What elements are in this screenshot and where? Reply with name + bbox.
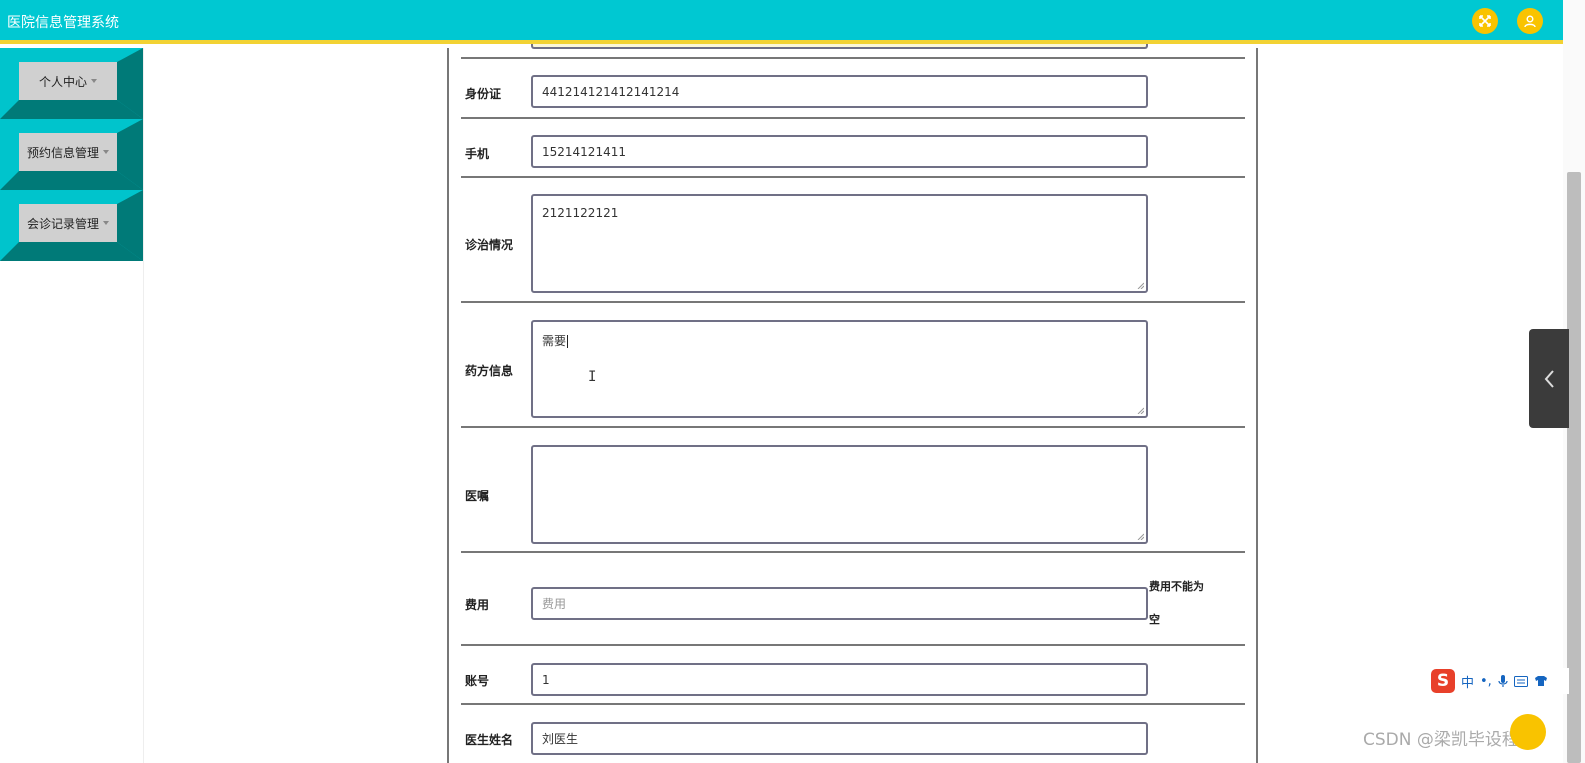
phone-input[interactable]: 15214121411: [531, 135, 1148, 168]
doctor-name-input[interactable]: 刘医生: [531, 722, 1148, 755]
diagnosis-label: 诊治情况: [465, 238, 514, 252]
doctor-name-label: 医生姓名: [465, 733, 514, 747]
mouse-ibeam-cursor-icon: I: [588, 369, 597, 385]
microphone-icon[interactable]: [1498, 674, 1508, 688]
user-button[interactable]: [1517, 8, 1543, 34]
row-divider: [461, 426, 1245, 428]
row-divider: [461, 57, 1245, 59]
prescription-label: 药方信息: [465, 364, 514, 378]
sidebar-item-consultation: 会诊记录管理: [0, 190, 143, 261]
sogou-logo-icon[interactable]: S: [1431, 669, 1455, 693]
id-card-input[interactable]: 441214121412141214: [531, 75, 1148, 108]
side-collapse-tab[interactable]: [1529, 329, 1569, 428]
doctor-advice-textarea[interactable]: [531, 445, 1148, 544]
sidebar-divider: [143, 48, 144, 763]
sidebar-item-label: 个人中心: [38, 74, 87, 89]
fee-error-message-cont: 空: [1149, 613, 1160, 626]
user-icon: [1524, 15, 1536, 28]
floating-action-button[interactable]: [1510, 714, 1546, 750]
app-title: 医院信息管理系统: [7, 15, 119, 31]
caret-down-icon: [91, 79, 97, 83]
fee-placeholder: 费用: [542, 597, 567, 611]
resize-handle-icon[interactable]: [1136, 406, 1144, 414]
sidebar-item-personal-center: 个人中心: [0, 48, 143, 119]
row-divider: [461, 176, 1245, 178]
sidebar-button-personal-center[interactable]: 个人中心: [19, 62, 117, 100]
expand-arrows-icon: [1479, 15, 1491, 27]
partial-field-above[interactable]: [531, 44, 1148, 49]
sidebar-item-label: 预约信息管理: [26, 145, 99, 160]
keyboard-icon[interactable]: [1513, 675, 1528, 687]
sidebar-button-appointment[interactable]: 预约信息管理: [19, 133, 117, 171]
row-divider: [461, 703, 1245, 705]
account-label: 账号: [465, 674, 490, 688]
ime-punct-toggle[interactable]: •,: [1480, 674, 1492, 689]
sidebar-item-appointment: 预约信息管理: [0, 119, 143, 190]
phone-label: 手机: [465, 147, 490, 161]
resize-handle-icon[interactable]: [1136, 281, 1144, 289]
row-divider: [461, 301, 1245, 303]
caret-down-icon: [103, 221, 109, 225]
page-scrollbar-thumb[interactable]: [1567, 172, 1581, 763]
fee-error-message: 费用不能为: [1149, 580, 1204, 593]
top-header: 医院信息管理系统: [0, 0, 1563, 44]
sidebar-button-consultation[interactable]: 会诊记录管理: [19, 204, 117, 242]
account-input[interactable]: 1: [531, 663, 1148, 696]
fee-input[interactable]: 费用: [531, 587, 1148, 620]
shirt-icon[interactable]: [1534, 675, 1548, 687]
ime-mode-toggle[interactable]: 中: [1461, 672, 1474, 691]
row-divider: [461, 644, 1245, 646]
resize-handle-icon[interactable]: [1136, 532, 1144, 540]
diagnosis-textarea[interactable]: 2121122121: [531, 194, 1148, 293]
diagnosis-text: 2121122121: [542, 206, 619, 220]
doctor-advice-label: 医嘱: [465, 489, 490, 503]
id-card-label: 身份证: [465, 87, 502, 101]
sidebar: 个人中心 预约信息管理 会诊记录管理: [0, 48, 143, 763]
fee-label: 费用: [465, 598, 490, 612]
prescription-textarea[interactable]: 需要: [531, 320, 1148, 418]
row-divider: [461, 117, 1245, 119]
fullscreen-button[interactable]: [1472, 8, 1498, 34]
sidebar-item-label: 会诊记录管理: [26, 216, 99, 231]
chevron-left-icon: [1544, 369, 1554, 388]
text-caret: [567, 335, 569, 348]
caret-down-icon: [103, 150, 109, 154]
prescription-text: 需要: [542, 334, 567, 348]
row-divider: [461, 551, 1245, 553]
ime-toolbar: S 中 •,: [1429, 668, 1569, 694]
